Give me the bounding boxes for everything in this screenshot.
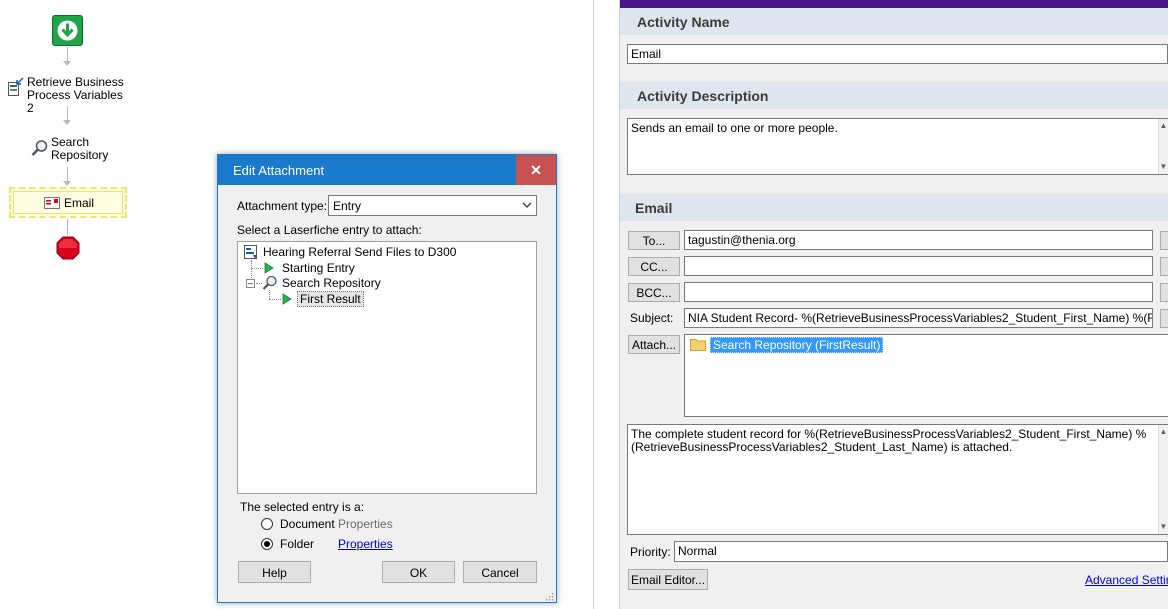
folder-radio-label[interactable]: Folder	[280, 537, 314, 551]
email-section-header: Email	[620, 194, 1168, 221]
search-repository-label[interactable]: Search Repository	[51, 136, 111, 162]
canvas-divider[interactable]	[593, 0, 594, 609]
to-button[interactable]: To...	[628, 231, 680, 250]
cc-expand-button[interactable]	[1160, 257, 1168, 276]
priority-label: Priority:	[630, 545, 671, 559]
attach-button[interactable]: Attach...	[628, 335, 680, 354]
entry-tree[interactable]: Hearing Referral Send Files to D300 Star…	[237, 241, 537, 494]
help-button[interactable]: Help	[238, 561, 311, 583]
attachment-item-label: Search Repository (FirstResult)	[710, 337, 884, 353]
priority-select[interactable]: Normal	[674, 541, 1168, 562]
document-radio[interactable]	[261, 518, 273, 530]
body-scrollbar[interactable]: ▲ ▼	[1158, 425, 1168, 534]
retrieve-variables-icon[interactable]	[8, 77, 24, 97]
tree-item-search-repository-label: Search Repository	[282, 276, 381, 290]
subject-expand-button[interactable]	[1160, 309, 1168, 328]
email-icon	[44, 197, 60, 209]
description-scrollbar[interactable]: ▲ ▼	[1158, 119, 1168, 174]
dialog-title-bar[interactable]: Edit Attachment	[218, 155, 556, 185]
close-icon: ✕	[530, 162, 542, 178]
activity-description-text: Sends an email to one or more people.	[631, 121, 838, 135]
activity-name-input[interactable]: Email	[627, 44, 1168, 64]
attachment-type-value: Entry	[333, 199, 362, 213]
tree-item-starting-entry-label: Starting Entry	[282, 261, 355, 275]
search-icon	[262, 275, 278, 294]
play-icon	[282, 293, 292, 308]
folder-icon	[690, 337, 706, 351]
ok-button[interactable]: OK	[382, 561, 455, 583]
select-entry-label: Select a Laserfiche entry to attach:	[237, 223, 422, 237]
bcc-button[interactable]: BCC...	[628, 283, 680, 302]
activity-name-header: Activity Name	[620, 8, 1168, 35]
attachment-type-label: Attachment type:	[237, 199, 328, 213]
attachment-type-select[interactable]: Entry	[328, 195, 537, 216]
resize-grip-icon[interactable]	[544, 590, 554, 601]
start-icon[interactable]	[52, 15, 83, 46]
cc-button[interactable]: CC...	[628, 257, 680, 276]
bcc-expand-button[interactable]	[1160, 283, 1168, 302]
activity-description-header: Activity Description	[620, 82, 1168, 109]
properties-panel: Activity Name Email Activity Description…	[620, 0, 1168, 609]
folder-radio[interactable]	[261, 538, 273, 550]
subject-label: Subject:	[630, 311, 674, 325]
to-input[interactable]: tagustin@thenia.org	[684, 230, 1153, 250]
email-activity-label: Email	[64, 196, 95, 210]
search-repository-icon[interactable]	[31, 139, 49, 157]
priority-select-value: Normal	[678, 544, 717, 558]
document-radio-label[interactable]: Document	[280, 517, 335, 531]
workflow-root-icon	[243, 244, 259, 260]
dialog-title: Edit Attachment	[233, 163, 325, 178]
email-activity-node[interactable]: Email	[9, 187, 127, 218]
attachments-list[interactable]: Search Repository (FirstResult)	[684, 334, 1168, 417]
tree-root-label: Hearing Referral Send Files to D300	[263, 245, 457, 259]
advanced-settings-link[interactable]: Advanced Settin	[1085, 573, 1168, 587]
edit-attachment-dialog: Edit Attachment ✕ Attachment type: Entry…	[217, 154, 557, 603]
subject-input[interactable]: NIA Student Record- %(RetrieveBusinessPr…	[684, 308, 1153, 328]
stop-icon[interactable]	[56, 236, 80, 260]
bcc-input[interactable]	[684, 282, 1153, 302]
cancel-button[interactable]: Cancel	[463, 561, 537, 583]
to-expand-button[interactable]	[1160, 231, 1168, 250]
chevron-down-icon	[522, 199, 532, 213]
cc-input[interactable]	[684, 256, 1153, 276]
activity-description-textarea[interactable]: Sends an email to one or more people.	[627, 118, 1168, 175]
selected-entry-label: The selected entry is a:	[240, 500, 365, 514]
panel-top-accent	[620, 0, 1168, 8]
tree-item-first-result-label: First Result	[297, 291, 364, 307]
retrieve-variables-label[interactable]: Retrieve Business Process Variables 2	[27, 76, 127, 115]
dialog-close-button[interactable]: ✕	[516, 155, 556, 185]
document-properties-link: Properties	[338, 517, 393, 531]
tree-collapse-toggle[interactable]: –	[246, 279, 255, 288]
folder-properties-link[interactable]: Properties	[338, 537, 393, 551]
email-editor-button[interactable]: Email Editor...	[628, 569, 708, 590]
message-body-textarea[interactable]: The complete student record for %(Retrie…	[627, 424, 1168, 535]
message-body-text: The complete student record for %(Retrie…	[631, 427, 1147, 454]
